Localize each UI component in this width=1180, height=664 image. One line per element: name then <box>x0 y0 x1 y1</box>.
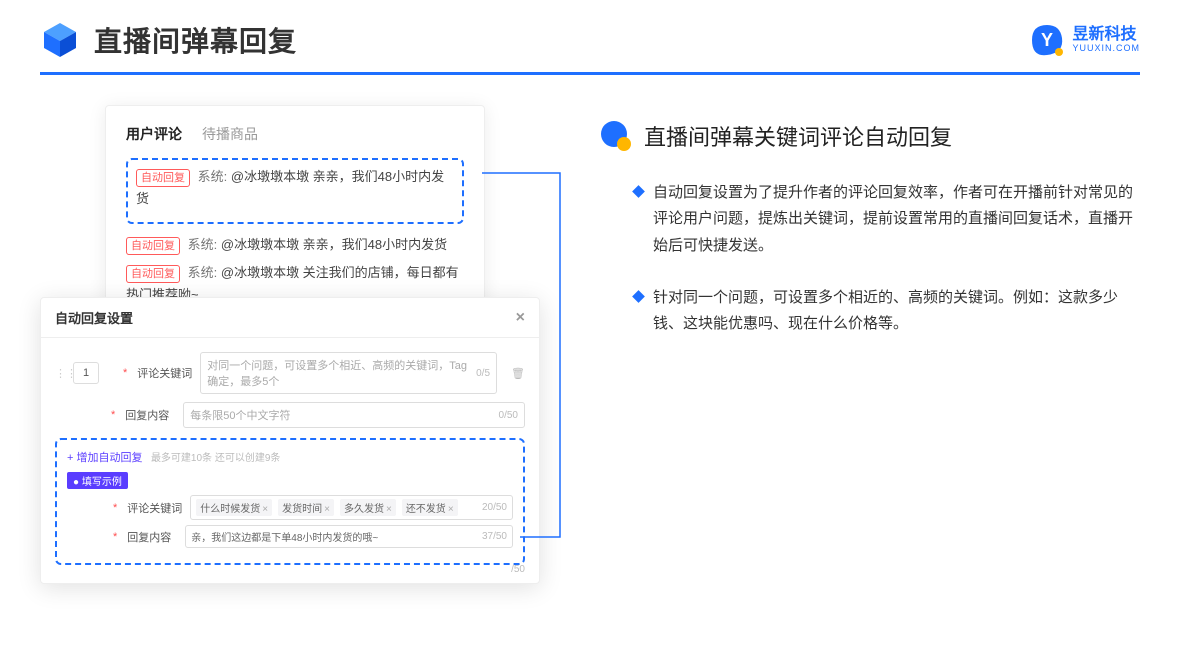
header-left: 直播间弹幕回复 <box>40 20 297 60</box>
tag-remove-icon[interactable]: × <box>386 504 392 515</box>
auto-reply-pill: 自动回复 <box>136 169 190 187</box>
bubble-icon <box>600 120 632 152</box>
keyword-count: 0/5 <box>476 368 490 379</box>
required-dot: * <box>111 409 115 421</box>
tag-remove-icon[interactable]: × <box>448 504 454 515</box>
example-content-text: 亲，我们这边都是下单48小时内发货的哦~ <box>191 529 378 544</box>
tag: 发货时间× <box>278 499 334 516</box>
add-auto-reply-button[interactable]: + 增加自动回复 <box>67 452 142 464</box>
comment-line: 自动回复 系统: @冰墩墩本墩 亲亲，我们48小时内发货 <box>126 234 464 256</box>
required-dot: * <box>113 531 117 543</box>
content-row: * 回复内容 每条限50个中文字符 0/50 <box>55 402 525 428</box>
content-input[interactable]: 每条限50个中文字符 0/50 <box>183 402 525 428</box>
row-number: 1 <box>73 362 99 384</box>
example-keyword-count: 20/50 <box>482 502 507 513</box>
auto-reply-pill: 自动回复 <box>126 265 180 283</box>
example-content-input[interactable]: 亲，我们这边都是下单48小时内发货的哦~ 37/50 <box>185 525 513 548</box>
keyword-row: ⋮⋮ 1 * 评论关键词 对同一个问题，可设置多个相近、高频的关键词，Tag确定… <box>55 352 525 394</box>
brand-mark-icon: Y <box>1030 23 1064 57</box>
example-content-row: * 回复内容 亲，我们这边都是下单48小时内发货的哦~ 37/50 <box>67 525 513 548</box>
example-tags: 什么时候发货× 发货时间× 多久发货× 还不发货× <box>196 499 459 516</box>
example-keyword-row: * 评论关键词 什么时候发货× 发货时间× 多久发货× 还不发货× 20/50 <box>67 495 513 520</box>
comment-prefix: 系统: <box>198 169 228 184</box>
highlighted-comment: 自动回复 系统: @冰墩墩本墩 亲亲，我们48小时内发货 <box>126 158 464 224</box>
example-highlight: + 增加自动回复 最多可建10条 还可以创建9条 ● 填写示例 * 评论关键词 … <box>55 438 525 565</box>
close-icon[interactable]: × <box>516 309 525 327</box>
comment-prefix: 系统: <box>188 237 218 252</box>
example-keyword-input[interactable]: 什么时候发货× 发货时间× 多久发货× 还不发货× 20/50 <box>190 495 513 520</box>
example-badge: ● 填写示例 <box>67 472 128 489</box>
keyword-placeholder: 对同一个问题，可设置多个相近、高频的关键词，Tag确定，最多5个 <box>207 357 476 389</box>
diamond-icon <box>632 185 645 198</box>
page-title: 直播间弹幕回复 <box>94 20 297 60</box>
delete-icon[interactable]: 🗑 <box>511 367 525 380</box>
keyword-label: 评论关键词 <box>137 365 192 381</box>
tag: 多久发货× <box>340 499 396 516</box>
keyword-input[interactable]: 对同一个问题，可设置多个相近、高频的关键词，Tag确定，最多5个 0/5 <box>200 352 497 394</box>
modal-body: ⋮⋮ 1 * 评论关键词 对同一个问题，可设置多个相近、高频的关键词，Tag确定… <box>41 338 539 583</box>
svg-text:Y: Y <box>1041 30 1053 50</box>
comment-prefix: 系统: <box>188 265 218 280</box>
brand-name-en: YUUXIN.COM <box>1072 44 1140 54</box>
modal-title: 自动回复设置 <box>55 308 133 327</box>
section-title: 直播间弹幕关键词评论自动回复 <box>644 120 952 152</box>
page-header: 直播间弹幕回复 Y 昱新科技 YUUXIN.COM <box>0 0 1180 60</box>
brand-name-cn: 昱新科技 <box>1072 26 1140 44</box>
tab-user-comments[interactable]: 用户评论 <box>126 124 182 144</box>
bullet-item: 针对同一个问题，可设置多个相近的、高频的关键词。例如：这款多少钱、这块能优惠吗、… <box>600 285 1140 338</box>
brand-text: 昱新科技 YUUXIN.COM <box>1072 26 1140 53</box>
content-label: 回复内容 <box>125 407 175 423</box>
tag-remove-icon[interactable]: × <box>262 504 268 515</box>
auto-reply-settings-modal: 自动回复设置 × ⋮⋮ 1 * 评论关键词 对同一个问题，可设置多个相近、高频的… <box>40 297 540 584</box>
content-placeholder: 每条限50个中文字符 <box>190 407 290 423</box>
content-count: 0/50 <box>499 410 518 421</box>
diamond-icon <box>632 290 645 303</box>
cube-icon <box>40 20 80 60</box>
comment-text: @冰墩墩本墩 亲亲，我们48小时内发货 <box>221 237 447 252</box>
tag-remove-icon[interactable]: × <box>324 504 330 515</box>
right-column: 直播间弹幕关键词评论自动回复 自动回复设置为了提升作者的评论回复效率，作者可在开… <box>600 105 1140 373</box>
modal-header: 自动回复设置 × <box>41 298 539 338</box>
comment-tabs: 用户评论 待播商品 <box>126 124 464 144</box>
bullet-text: 自动回复设置为了提升作者的评论回复效率，作者可在开播前针对常见的评论用户问题，提… <box>653 180 1140 259</box>
main-content: 用户评论 待播商品 自动回复 系统: @冰墩墩本墩 亲亲，我们48小时内发货 自… <box>0 75 1180 373</box>
section-header: 直播间弹幕关键词评论自动回复 <box>600 120 1140 152</box>
stray-count: /50 <box>511 564 525 575</box>
drag-handle-icon[interactable]: ⋮⋮ <box>55 367 65 380</box>
required-dot: * <box>123 367 127 379</box>
add-hint: 最多可建10条 还可以创建9条 <box>151 453 280 464</box>
example-keyword-label: 评论关键词 <box>127 500 182 516</box>
required-dot: * <box>113 502 117 514</box>
comment-line: 自动回复 系统: @冰墩墩本墩 亲亲，我们48小时内发货 <box>136 166 454 210</box>
example-content-count: 37/50 <box>482 531 507 542</box>
brand-logo: Y 昱新科技 YUUXIN.COM <box>1030 23 1140 57</box>
tag: 什么时候发货× <box>196 499 272 516</box>
example-content-label: 回复内容 <box>127 529 177 545</box>
left-column: 用户评论 待播商品 自动回复 系统: @冰墩墩本墩 亲亲，我们48小时内发货 自… <box>40 105 540 373</box>
auto-reply-pill: 自动回复 <box>126 237 180 255</box>
bullet-text: 针对同一个问题，可设置多个相近的、高频的关键词。例如：这款多少钱、这块能优惠吗、… <box>653 285 1140 338</box>
tag: 还不发货× <box>402 499 458 516</box>
bullet-item: 自动回复设置为了提升作者的评论回复效率，作者可在开播前针对常见的评论用户问题，提… <box>600 180 1140 259</box>
add-row: + 增加自动回复 最多可建10条 还可以创建9条 <box>67 448 513 466</box>
tab-pending-products[interactable]: 待播商品 <box>202 124 258 144</box>
